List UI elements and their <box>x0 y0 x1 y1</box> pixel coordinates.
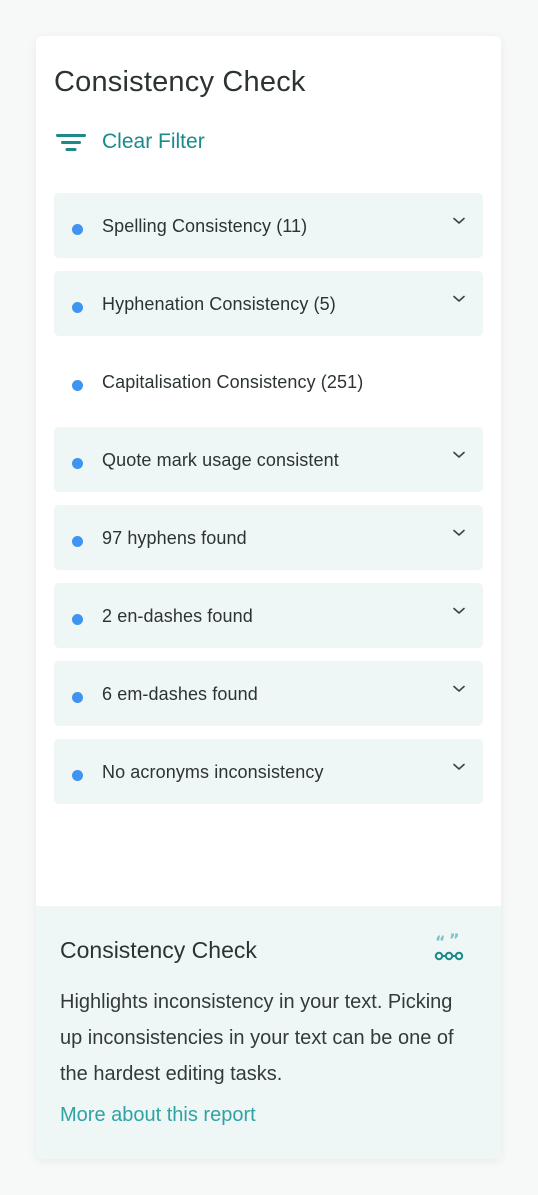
svg-text:“: “ <box>435 933 446 951</box>
status-dot-icon <box>72 536 83 547</box>
status-dot-icon <box>72 770 83 781</box>
report-info-footer: Consistency Check “ ” Highlights inconsi… <box>36 906 501 1159</box>
list-item-acronyms[interactable]: No acronyms inconsistency <box>54 739 483 804</box>
item-label: Hyphenation Consistency (5) <box>102 294 336 314</box>
item-label: 97 hyphens found <box>102 528 247 548</box>
quote-consistency-icon: “ ” <box>434 933 464 961</box>
clear-filter-button[interactable]: Clear Filter <box>56 130 205 154</box>
consistency-check-panel: Consistency Check Clear Filter Spelling … <box>36 36 501 1159</box>
chevron-down-icon[interactable] <box>453 761 465 773</box>
footer-description: Highlights inconsistency in your text. P… <box>60 991 454 1085</box>
chevron-down-icon[interactable] <box>453 293 465 305</box>
status-dot-icon <box>72 380 83 391</box>
list-item-hyphenation[interactable]: Hyphenation Consistency (5) <box>54 271 483 336</box>
item-label: Spelling Consistency (11) <box>102 216 308 236</box>
status-dot-icon <box>72 224 83 235</box>
list-item-spelling[interactable]: Spelling Consistency (11) <box>54 193 483 258</box>
svg-text:”: ” <box>449 933 460 949</box>
chevron-down-icon[interactable] <box>453 605 465 617</box>
status-dot-icon <box>72 692 83 703</box>
consistency-list: Spelling Consistency (11) Hyphenation Co… <box>54 193 483 817</box>
list-item-quote-marks[interactable]: Quote mark usage consistent <box>54 427 483 492</box>
status-dot-icon <box>72 302 83 313</box>
chevron-down-icon[interactable] <box>453 449 465 461</box>
status-dot-icon <box>72 614 83 625</box>
item-label: Capitalisation Consistency (251) <box>102 372 364 392</box>
chevron-down-icon[interactable] <box>453 527 465 539</box>
clear-filter-label: Clear Filter <box>102 130 205 153</box>
item-label: 2 en-dashes found <box>102 606 253 626</box>
item-label: 6 em-dashes found <box>102 684 258 704</box>
status-dot-icon <box>72 458 83 469</box>
chevron-down-icon[interactable] <box>453 683 465 695</box>
panel-title: Consistency Check <box>54 66 306 98</box>
chevron-down-icon[interactable] <box>453 215 465 227</box>
list-item-hyphens[interactable]: 97 hyphens found <box>54 505 483 570</box>
list-item-capitalisation[interactable]: Capitalisation Consistency (251) <box>54 349 483 414</box>
item-label: No acronyms inconsistency <box>102 762 324 782</box>
footer-title: Consistency Check <box>60 937 257 963</box>
list-item-en-dashes[interactable]: 2 en-dashes found <box>54 583 483 648</box>
more-about-report-link[interactable]: More about this report <box>60 1104 256 1127</box>
filter-icon <box>56 131 86 153</box>
item-label: Quote mark usage consistent <box>102 450 339 470</box>
list-item-em-dashes[interactable]: 6 em-dashes found <box>54 661 483 726</box>
